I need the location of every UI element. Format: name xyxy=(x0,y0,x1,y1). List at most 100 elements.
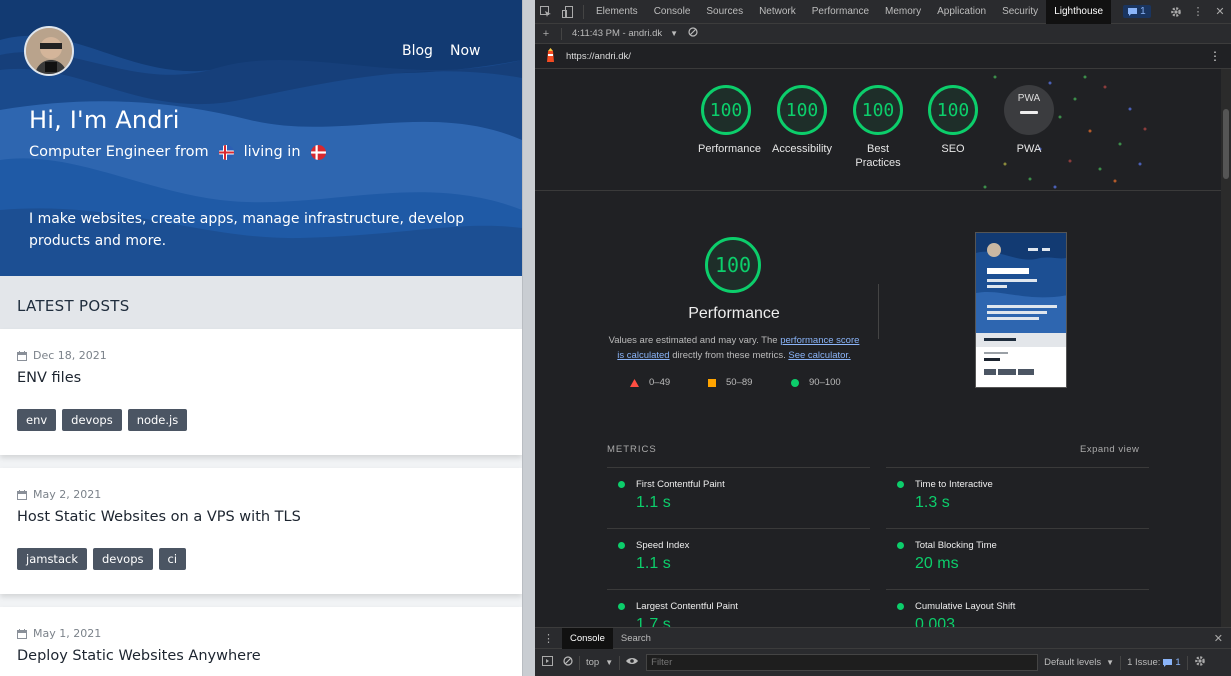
pass-circle-icon xyxy=(897,542,904,549)
new-report-icon[interactable]: + xyxy=(535,24,557,44)
chevron-down-icon[interactable]: ▼ xyxy=(670,29,678,38)
pass-circle-icon xyxy=(897,481,904,488)
device-toolbar-icon[interactable] xyxy=(557,0,579,24)
final-screenshot-thumbnail[interactable] xyxy=(975,232,1067,388)
performance-score-gauge: 100 xyxy=(705,237,761,293)
tab-console[interactable]: Console xyxy=(646,0,699,24)
metrics-rule xyxy=(607,589,870,590)
metric-name: Time to Interactive xyxy=(915,479,993,490)
tab-security[interactable]: Security xyxy=(994,0,1046,24)
gauge-accessibility[interactable]: 100 Accessibility xyxy=(769,85,835,156)
avatar[interactable] xyxy=(24,26,74,76)
report-menu-icon[interactable]: ⋮ xyxy=(1209,49,1221,63)
tab-network[interactable]: Network xyxy=(751,0,804,24)
metric-largest-contentful-paint: Largest Contentful Paint 1.7 s xyxy=(618,601,878,627)
clear-console-icon[interactable] xyxy=(563,656,573,669)
gauge-best-practices[interactable]: 100 Best Practices xyxy=(848,85,908,170)
pwa-dash xyxy=(1020,111,1038,114)
gauge-pwa[interactable]: PWA PWA xyxy=(1001,85,1057,156)
tab-sources[interactable]: Sources xyxy=(698,0,751,24)
sidebar-toggle-icon[interactable] xyxy=(542,656,553,669)
subtitle-from-text: Computer Engineer from xyxy=(29,144,209,160)
post-card[interactable]: May 2, 2021 Host Static Websites on a VP… xyxy=(0,468,522,594)
pass-circle-icon xyxy=(897,603,904,610)
drawer-tab-search[interactable]: Search xyxy=(613,628,659,649)
expand-view-toggle[interactable]: Expand view xyxy=(1080,444,1139,455)
console-settings-gear-icon[interactable] xyxy=(1194,655,1206,670)
hero-section: Blog Now Hi, I'm Andri Computer Engineer… xyxy=(0,0,522,276)
clear-reports-icon[interactable] xyxy=(688,27,698,40)
post-date: May 2, 2021 xyxy=(17,488,101,501)
tag-nodejs[interactable]: node.js xyxy=(127,409,188,431)
drawer-tab-bar: ⋮ Console Search ✕ xyxy=(535,627,1231,649)
nav-link-blog[interactable]: Blog xyxy=(402,43,433,59)
website-viewport: Blog Now Hi, I'm Andri Computer Engineer… xyxy=(0,0,522,676)
tag-devops[interactable]: devops xyxy=(92,548,153,570)
tag-ci[interactable]: ci xyxy=(158,548,187,570)
hero-greeting: Hi, I'm Andri xyxy=(29,106,180,134)
report-session-select[interactable]: 4:11:43 PM - andri.dk xyxy=(572,28,662,39)
latest-posts-heading: LATEST POSTS xyxy=(17,297,130,315)
panel-splitter[interactable] xyxy=(522,0,535,676)
report-scrollbar[interactable] xyxy=(1221,69,1231,627)
post-title[interactable]: Deploy Static Websites Anywhere xyxy=(17,648,261,664)
issues-counter-label: 1 Issue: xyxy=(1127,657,1161,668)
post-title[interactable]: Host Static Websites on a VPS with TLS xyxy=(17,509,301,525)
eye-icon[interactable] xyxy=(626,657,639,668)
nav-link-now[interactable]: Now xyxy=(450,43,481,59)
scrollbar-thumb[interactable] xyxy=(1223,109,1229,179)
tab-memory[interactable]: Memory xyxy=(877,0,929,24)
close-devtools-icon[interactable]: ✕ xyxy=(1209,0,1231,24)
metrics-rule xyxy=(886,467,1149,468)
close-drawer-icon[interactable]: ✕ xyxy=(1206,632,1231,645)
post-card[interactable]: May 1, 2021 Deploy Static Websites Anywh… xyxy=(0,607,522,676)
metric-value: 0.003 xyxy=(915,616,956,627)
tab-elements[interactable]: Elements xyxy=(588,0,646,24)
metric-value: 1.1 s xyxy=(636,494,671,511)
metric-name: Total Blocking Time xyxy=(915,540,997,551)
tag-devops[interactable]: devops xyxy=(62,409,122,431)
drawer-menu-icon[interactable]: ⋮ xyxy=(535,632,562,645)
gauge-seo[interactable]: 100 SEO xyxy=(925,85,981,156)
console-filter-input[interactable] xyxy=(646,654,1039,671)
see-calculator-link[interactable]: See calculator. xyxy=(788,350,850,361)
tag-env[interactable]: env xyxy=(17,409,57,431)
post-card[interactable]: Dec 18, 2021 ENV files env devops node.j… xyxy=(0,329,522,455)
metric-name: Speed Index xyxy=(636,540,690,551)
issues-badge[interactable]: 1 xyxy=(1123,5,1151,18)
post-title[interactable]: ENV files xyxy=(17,370,81,386)
drawer-tab-console[interactable]: Console xyxy=(562,627,613,649)
gauge-performance[interactable]: 100 Performance xyxy=(698,85,761,156)
issues-counter[interactable]: 1 Issue: 1 xyxy=(1127,657,1181,668)
chevron-down-icon[interactable]: ▼ xyxy=(605,658,613,667)
average-square-icon xyxy=(708,378,716,387)
metrics-rule xyxy=(886,589,1149,590)
issues-counter-count: 1 xyxy=(1175,657,1181,668)
message-icon xyxy=(1128,7,1138,16)
subtitle-living-text: living in xyxy=(243,144,301,160)
settings-gear-icon[interactable] xyxy=(1165,0,1187,24)
log-levels-select[interactable]: Default levels xyxy=(1044,657,1101,668)
note-text-1: Values are estimated and may vary. The xyxy=(608,335,781,346)
context-select[interactable]: top xyxy=(586,657,599,668)
tag-jamstack[interactable]: jamstack xyxy=(17,548,87,570)
metrics-rule xyxy=(607,528,870,529)
post-tags: jamstack devops ci xyxy=(17,548,187,570)
legend-pass: 90–100 xyxy=(791,377,841,388)
gauge-seo-score: 100 xyxy=(928,85,978,135)
report-url[interactable]: https://andri.dk/ xyxy=(566,51,631,62)
more-options-icon[interactable]: ⋮ xyxy=(1187,0,1209,24)
metric-value: 1.1 s xyxy=(636,555,671,572)
chevron-down-icon[interactable]: ▼ xyxy=(1106,658,1114,667)
tab-performance[interactable]: Performance xyxy=(804,0,877,24)
legend-average: 50–89 xyxy=(708,377,752,388)
metric-time-to-interactive: Time to Interactive 1.3 s xyxy=(897,479,1157,512)
gauge-accessibility-score: 100 xyxy=(777,85,827,135)
tab-lighthouse[interactable]: Lighthouse xyxy=(1046,0,1112,24)
fail-triangle-icon xyxy=(630,378,639,387)
inspect-element-icon[interactable] xyxy=(535,0,557,24)
page-screenshot-image xyxy=(976,233,1066,387)
issues-badge-count: 1 xyxy=(1140,6,1146,17)
tab-application[interactable]: Application xyxy=(929,0,994,24)
metric-total-blocking-time: Total Blocking Time 20 ms xyxy=(897,540,1157,573)
